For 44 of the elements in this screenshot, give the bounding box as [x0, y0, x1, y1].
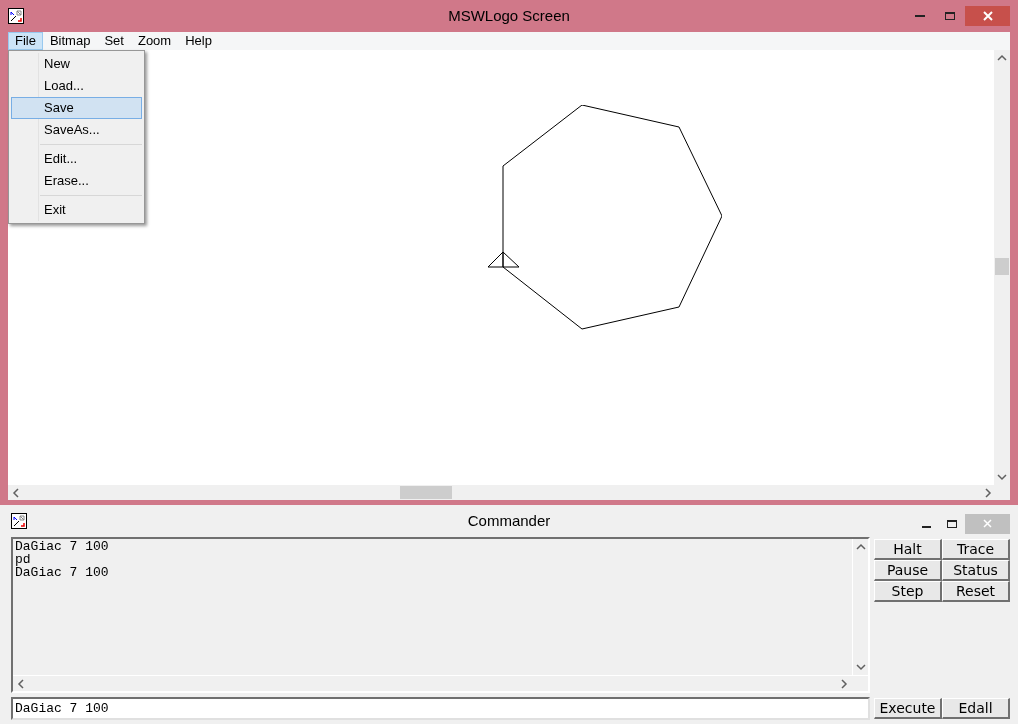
app-icon — [11, 513, 27, 529]
scroll-left-icon[interactable] — [17, 678, 25, 689]
close-icon — [983, 519, 992, 528]
history-line: DaGiac 7 100 — [15, 566, 110, 579]
menu-option[interactable]: Exit — [11, 199, 142, 221]
scroll-down-icon[interactable] — [855, 663, 866, 671]
scrollbar-thumb[interactable] — [995, 258, 1009, 275]
scroll-up-icon[interactable] — [855, 543, 866, 551]
command-button[interactable]: Step — [874, 581, 942, 602]
close-button[interactable] — [965, 6, 1010, 26]
command-button[interactable]: Reset — [942, 581, 1010, 602]
command-button[interactable]: Trace — [942, 539, 1010, 560]
app-icon — [8, 8, 24, 24]
command-button[interactable]: Pause — [874, 560, 942, 581]
history-line: DaGiac 7 100 — [15, 540, 110, 553]
menu-option[interactable]: SaveAs... — [11, 119, 142, 141]
scroll-up-icon[interactable] — [997, 54, 1007, 62]
scroll-down-icon[interactable] — [997, 473, 1007, 481]
menu-item[interactable]: Zoom — [130, 32, 179, 50]
menu-item[interactable]: Help — [178, 32, 219, 50]
menu-item[interactable]: File — [8, 32, 43, 50]
menu-item[interactable]: Bitmap — [42, 32, 98, 50]
scroll-left-icon[interactable] — [12, 487, 20, 498]
close-icon — [982, 11, 993, 21]
command-button[interactable]: Execute — [874, 698, 942, 719]
history-box[interactable]: DaGiac 7 100 pd DaGiac 7 100 — [11, 537, 870, 693]
window-title: MSWLogo Screen — [448, 5, 570, 26]
scrollbar-thumb[interactable] — [400, 486, 452, 499]
command-button[interactable]: Status — [942, 560, 1010, 581]
menu-option[interactable]: Erase... — [11, 170, 142, 192]
command-button[interactable]: Edall — [942, 698, 1010, 719]
menu-option[interactable]: New — [11, 53, 142, 75]
menu-option[interactable]: Load... — [11, 75, 142, 97]
history-line: pd — [15, 553, 31, 566]
menu-option[interactable]: Save — [11, 97, 142, 119]
command-input[interactable]: DaGiac 7 100 — [11, 697, 870, 720]
window-title: Commander — [467, 510, 551, 531]
horizontal-scrollbar[interactable] — [8, 485, 1010, 500]
scroll-right-icon[interactable] — [984, 487, 992, 498]
command-button[interactable]: Halt — [874, 539, 942, 560]
scroll-right-icon[interactable] — [840, 678, 848, 689]
menu-option[interactable]: Edit... — [11, 148, 142, 170]
menu-item[interactable]: Set — [97, 32, 131, 50]
vertical-scrollbar[interactable] — [994, 50, 1010, 485]
